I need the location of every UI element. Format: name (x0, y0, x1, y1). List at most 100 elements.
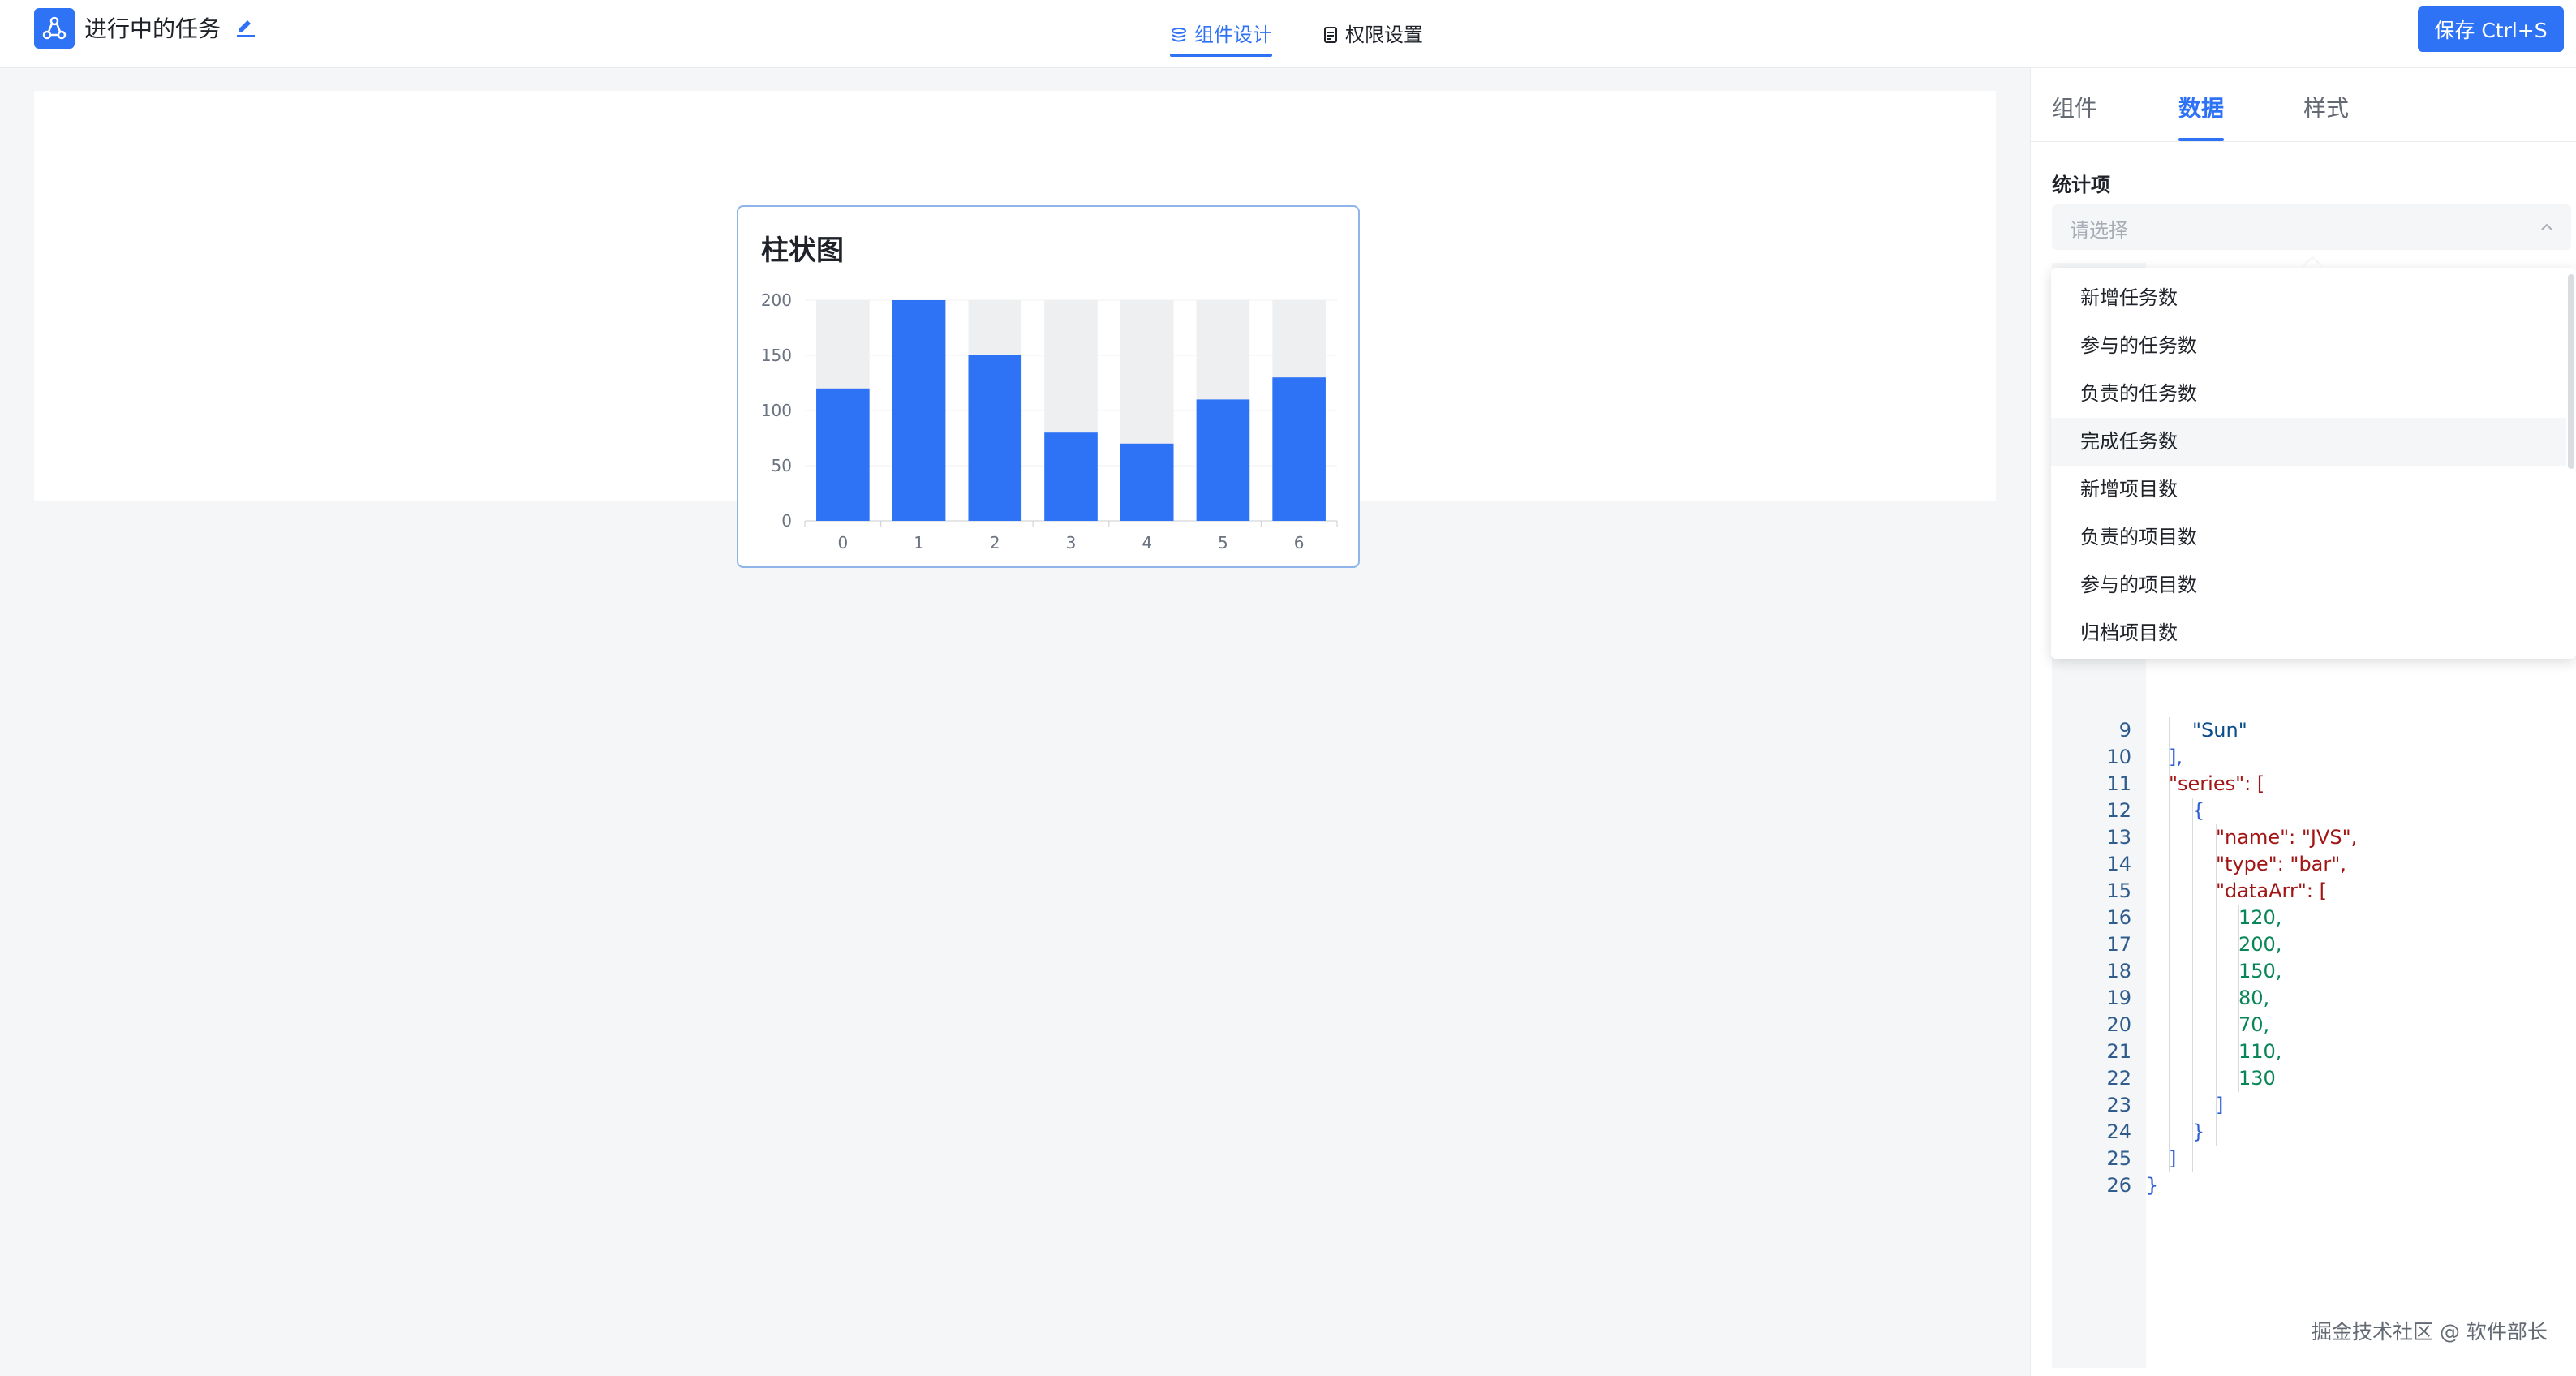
code-line: 19 80, (2052, 985, 2571, 1012)
tab-permission-settings-label: 权限设置 (1345, 24, 1423, 46)
indent-guide (2238, 905, 2239, 1092)
x-tick-label: 4 (1142, 533, 1152, 553)
dropdown-scrollbar[interactable] (2568, 274, 2574, 469)
design-canvas[interactable]: 柱状图 0 50 100 150 200 0 1 2 3 4 5 6 (34, 91, 1996, 568)
save-button[interactable]: 保存 Ctrl+S (2418, 6, 2564, 52)
tab-permission-settings[interactable]: 权限设置 (1322, 15, 1423, 55)
code-text: "type": "bar", (2216, 853, 2346, 875)
code-line: 16 120, (2052, 905, 2571, 931)
y-tick-label: 100 (761, 401, 792, 420)
code-line: 10], (2052, 744, 2571, 771)
dropdown-option[interactable]: 新增任务数 (2051, 274, 2566, 322)
line-number: 11 (2106, 772, 2131, 795)
code-line: 24} (2052, 1119, 2571, 1146)
panel-tab-data-label: 数据 (2178, 95, 2225, 122)
panel-tab-components[interactable]: 组件 (2052, 91, 2097, 140)
code-text: "dataArr": [ (2216, 879, 2327, 902)
bar-chart: 0 50 100 150 200 0 1 2 3 4 5 6 (761, 290, 1338, 553)
line-number: 26 (2106, 1174, 2131, 1197)
line-number: 16 (2106, 906, 2131, 929)
line-number: 20 (2106, 1013, 2131, 1036)
code-line: 18 150, (2052, 958, 2571, 985)
dropdown-caret (2303, 258, 2322, 268)
code-text: 150, (2238, 960, 2282, 983)
code-line: 15 "dataArr": [ (2052, 878, 2571, 905)
indent-guide (2169, 717, 2170, 1172)
code-line: 20 70, (2052, 1012, 2571, 1038)
line-number: 10 (2106, 746, 2131, 768)
code-text: "Sun" (2192, 719, 2247, 742)
dropdown-option[interactable]: 归档项目数 (2051, 609, 2566, 657)
panel-tab-data[interactable]: 数据 (2178, 91, 2225, 141)
dropdown-option[interactable]: 负责的项目数 (2051, 514, 2566, 561)
code-text: 70, (2238, 1013, 2270, 1036)
code-text: 130 (2238, 1067, 2276, 1090)
active-tab-indicator (1170, 54, 1272, 57)
code-text: "name": "JVS", (2216, 826, 2358, 849)
code-line: 14 "type": "bar", (2052, 851, 2571, 878)
bar (1196, 399, 1250, 521)
code-line: 21 110, (2052, 1038, 2571, 1065)
line-number: 18 (2106, 960, 2131, 983)
code-line: 17 200, (2052, 931, 2571, 958)
code-line: 22 130 (2052, 1065, 2571, 1092)
line-number: 19 (2106, 987, 2131, 1009)
panel-tab-style[interactable]: 样式 (2303, 91, 2349, 140)
statistic-field-label: 统计项 (2052, 174, 2110, 196)
y-tick-label: 0 (781, 511, 792, 531)
code-text: } (2192, 1120, 2205, 1143)
line-number: 24 (2106, 1120, 2131, 1143)
code-text: "series": [ (2169, 772, 2265, 795)
share-nodes-icon (42, 16, 67, 40)
dropdown-option[interactable]: 负责的任务数 (2051, 370, 2566, 418)
tab-component-design[interactable]: 组件设计 (1170, 15, 1272, 57)
chevron-up-icon (2541, 223, 2552, 230)
line-number: 9 (2118, 719, 2131, 742)
statistic-select-placeholder: 请选择 (2070, 219, 2128, 242)
panel-tab-style-label: 样式 (2303, 95, 2350, 122)
code-line: 13 "name": "JVS", (2052, 824, 2571, 851)
dropdown-option[interactable]: 参与的项目数 (2051, 561, 2566, 609)
bar-chart-component[interactable]: 柱状图 0 50 100 150 200 0 1 2 3 4 5 6 (737, 205, 1360, 568)
line-number: 25 (2106, 1147, 2131, 1170)
panel-tabs-divider (2031, 141, 2576, 142)
statistic-select[interactable]: 请选择 (2052, 204, 2571, 250)
code-line: 26} (2052, 1172, 2571, 1199)
y-tick-label: 200 (761, 290, 792, 310)
edit-icon[interactable] (234, 16, 256, 39)
code-line: 23] (2052, 1092, 2571, 1119)
bar (892, 300, 946, 521)
code-text: } (2146, 1174, 2159, 1197)
code-line: 12 { (2052, 798, 2571, 824)
indent-guide (2192, 798, 2193, 1172)
document-icon (1324, 27, 1337, 43)
line-number: 22 (2106, 1067, 2131, 1090)
x-tick-label: 5 (1218, 533, 1228, 553)
code-text: 80, (2238, 987, 2270, 1009)
line-number: 12 (2106, 799, 2131, 822)
x-tick-label: 3 (1066, 533, 1077, 553)
layers-icon (1172, 28, 1186, 42)
x-tick-label: 6 (1294, 533, 1305, 553)
line-number: 13 (2106, 826, 2131, 849)
line-number: 14 (2106, 853, 2131, 875)
line-number: 21 (2106, 1040, 2131, 1063)
dropdown-option[interactable]: 参与的任务数 (2051, 322, 2566, 370)
indent-guide (2216, 824, 2217, 1146)
tab-component-design-label: 组件设计 (1194, 24, 1272, 46)
bar (1272, 377, 1326, 521)
line-number: 17 (2106, 933, 2131, 956)
app-title: 进行中的任务 (84, 15, 221, 42)
bar (968, 355, 1022, 521)
watermark: 掘金技术社区 @ 软件部长 (2312, 1320, 2548, 1344)
top-header: 进行中的任务 组件设计 权限设置 保存 Ctrl+S (0, 0, 2576, 68)
line-number: 23 (2106, 1094, 2131, 1116)
panel-tab-components-label: 组件 (2052, 95, 2098, 122)
line-number: 15 (2106, 879, 2131, 902)
dropdown-option[interactable]: 完成任务数 (2051, 418, 2566, 466)
x-tick-label: 2 (990, 533, 1000, 553)
code-text: 200, (2238, 933, 2282, 956)
bar (816, 388, 870, 521)
code-line: 11 "series": [ (2052, 771, 2571, 798)
dropdown-option[interactable]: 新增项目数 (2051, 466, 2566, 514)
